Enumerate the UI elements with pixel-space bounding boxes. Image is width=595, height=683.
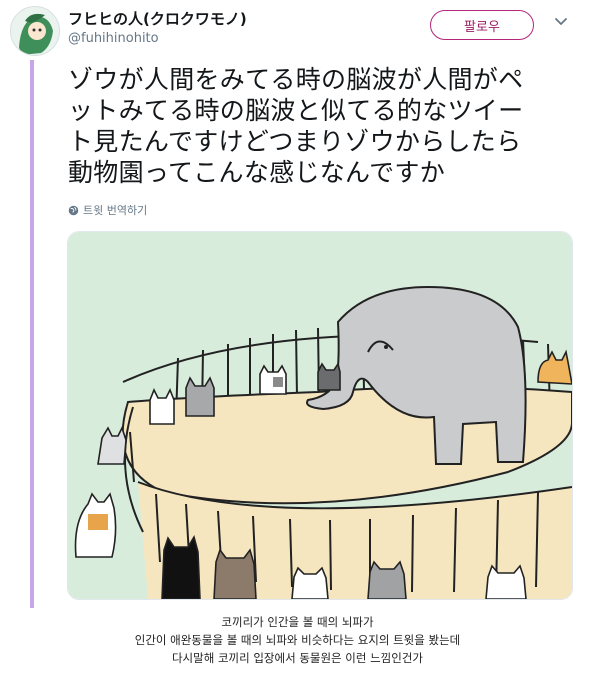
- chevron-down-icon[interactable]: [553, 14, 569, 30]
- user-info: フヒヒの人(クロクワモノ) @fuhihinohito: [68, 10, 247, 48]
- globe-icon: [68, 205, 79, 215]
- display-name[interactable]: フヒヒの人(クロクワモノ): [68, 10, 247, 28]
- avatar[interactable]: [10, 6, 60, 56]
- thread-line: [30, 60, 34, 608]
- zoo-elephant-illustration: [68, 232, 572, 599]
- translate-tweet-link[interactable]: 트윗 번역하기: [68, 202, 147, 218]
- tweet-card: フヒヒの人(クロクワモノ) @fuhihinohito 팔로우 ゾウが人間をみて…: [0, 0, 595, 610]
- caption-line: 인간이 애완동물을 볼 때의 뇌파와 비슷하다는 요지의 트윗을 봤는데: [134, 633, 461, 647]
- tweet-text-line: ットみてる時の脳波と似てる的なツイー: [68, 96, 524, 125]
- tweet-text: ゾウが人間をみてる時の脳波が人間がペ ットみてる時の脳波と似てる的なツイー ト見…: [68, 64, 568, 188]
- tweet-text-line: 動物園ってこんな感じなんですか: [68, 158, 446, 187]
- caption-line: 다시말해 코끼리 입장에서 동물원은 이런 느낌인건가: [171, 651, 424, 665]
- tweet-text-line: ト見たんですけどつまりゾウからしたら: [68, 127, 522, 156]
- caption: 코끼리가 인간을 볼 때의 뇌파가 인간이 애완동물을 볼 때의 뇌파와 비슷하…: [0, 613, 595, 667]
- translate-label: 트윗 번역하기: [83, 204, 148, 217]
- follow-button[interactable]: 팔로우: [430, 10, 534, 40]
- user-handle[interactable]: @fuhihinohito: [68, 30, 247, 48]
- avatar-icon: [11, 7, 59, 55]
- tweet-image[interactable]: [67, 231, 573, 600]
- caption-line: 코끼리가 인간을 볼 때의 뇌파가: [221, 615, 374, 629]
- tweet-text-line: ゾウが人間をみてる時の脳波が人間がペ: [68, 65, 524, 94]
